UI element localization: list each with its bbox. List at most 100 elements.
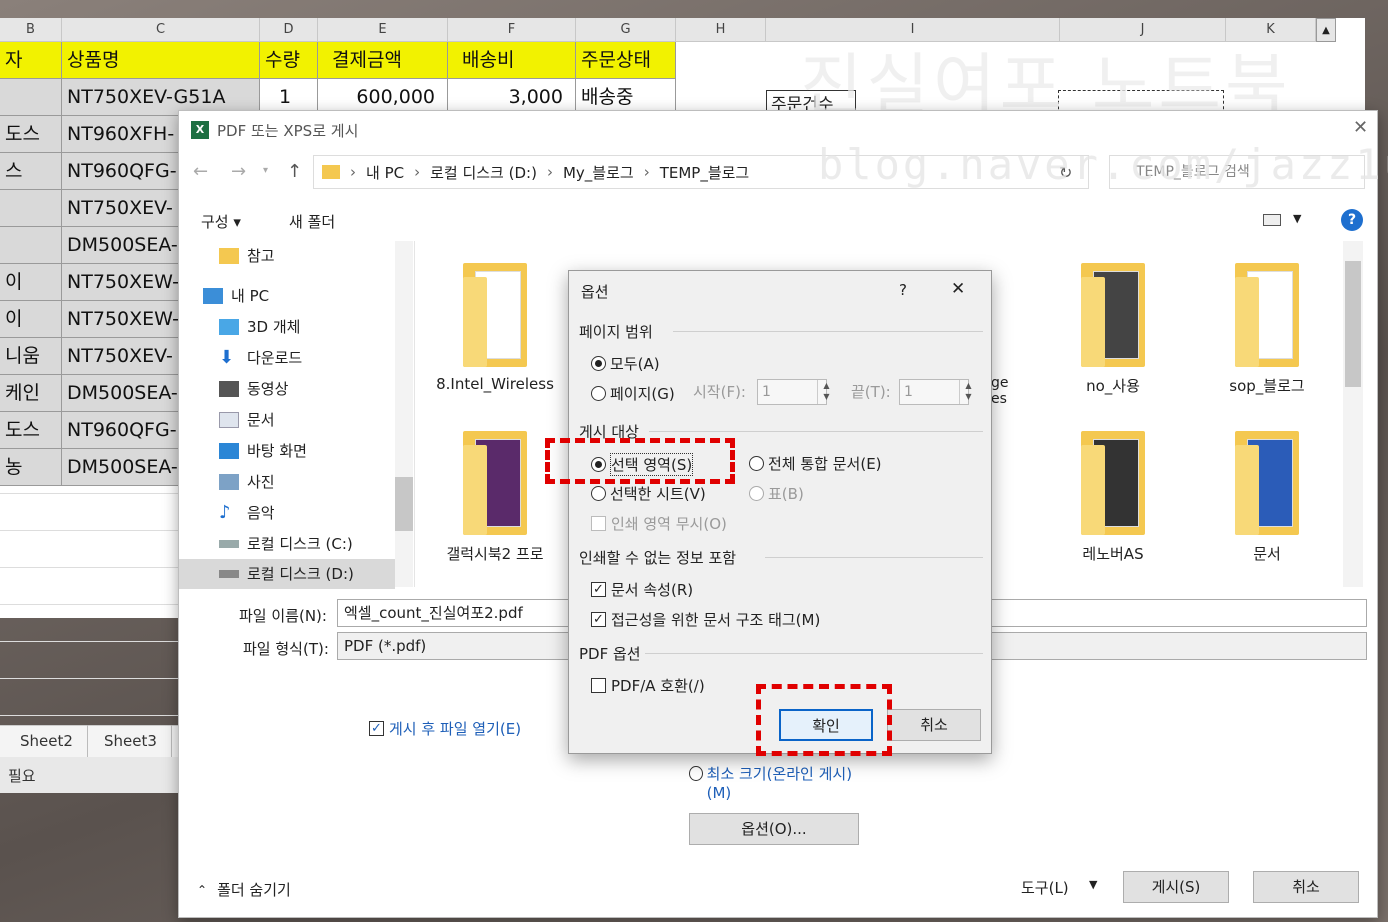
divider <box>645 653 983 654</box>
excel-app-icon: X <box>191 121 209 139</box>
open-after-label: 게시 후 파일 열기(E) <box>389 720 522 738</box>
breadcrumb-item[interactable]: TEMP_블로그 <box>660 162 750 183</box>
folder-icon <box>1235 263 1299 367</box>
col-header-f[interactable]: F <box>448 18 576 42</box>
col-header-b[interactable]: B <box>0 18 62 42</box>
col-header-h[interactable]: H <box>676 18 766 42</box>
tab-sheet2[interactable]: Sheet2 <box>6 725 88 757</box>
filename-label: 파일 이름(N): <box>239 607 327 625</box>
nav-scrollbar-thumb[interactable] <box>395 477 413 531</box>
organize-menu[interactable]: 구성 ▾ <box>201 211 241 232</box>
nav-item-drive-d[interactable]: 로컬 디스크 (D:) <box>179 559 395 589</box>
col-header-g[interactable]: G <box>576 18 676 42</box>
col-header-d[interactable]: D <box>260 18 318 42</box>
cell-b[interactable]: 도스 <box>0 412 62 449</box>
cell-b[interactable]: 이 <box>0 264 62 301</box>
publish-button[interactable]: 게시(S) <box>1123 871 1229 903</box>
new-folder-button[interactable]: 새 폴더 <box>289 211 335 232</box>
status-bar-text: 필요 <box>0 757 180 793</box>
cell-header-c[interactable]: 상품명 <box>62 42 260 79</box>
cell-header-d[interactable]: 수량 <box>260 42 318 79</box>
nav-item-music[interactable]: ♪ 음악 <box>219 498 275 528</box>
nav-item-documents[interactable]: 문서 <box>219 405 275 435</box>
structure-tags-checkbox[interactable]: ✓ 접근성을 위한 문서 구조 태그(M) <box>591 609 820 630</box>
nav-item-3d[interactable]: 3D 개체 <box>219 312 300 342</box>
nav-item-pictures[interactable]: 사진 <box>219 467 275 497</box>
radio-entire-workbook[interactable]: 전체 통합 문서(E) <box>749 453 882 474</box>
hide-folders-toggle[interactable]: ⌃ 폴더 숨기기 <box>197 879 291 900</box>
up-arrow-icon[interactable]: ↑ <box>287 161 302 182</box>
nav-item-videos[interactable]: 동영상 <box>219 374 288 404</box>
cell-b[interactable] <box>0 190 62 227</box>
radio-icon <box>689 766 703 781</box>
open-after-publish[interactable]: ✓ 게시 후 파일 열기(E) <box>369 718 521 739</box>
tools-chevron-icon[interactable]: ▼ <box>1089 878 1097 891</box>
col-header-c[interactable]: C <box>62 18 260 42</box>
nav-item-this-pc[interactable]: 내 PC <box>203 281 269 311</box>
nav-item-drive-c[interactable]: 로컬 디스크 (C:) <box>219 529 353 559</box>
help-icon[interactable]: ? <box>1341 209 1363 231</box>
drive-icon <box>219 570 239 578</box>
options-help-icon[interactable]: ? <box>899 281 907 299</box>
radio-table[interactable]: 표(B) <box>749 483 804 504</box>
cell-b[interactable]: 케인 <box>0 375 62 412</box>
spinner-arrows-icon[interactable]: ▲ ▼ <box>817 380 835 404</box>
nav-label: 내 PC <box>231 287 270 305</box>
cell-b[interactable]: 니움 <box>0 338 62 375</box>
nav-item-desktop[interactable]: 바탕 화면 <box>219 436 307 466</box>
cell-header-e[interactable]: 결제금액 <box>318 42 448 79</box>
tab-sheet3[interactable]: Sheet3 <box>90 725 172 757</box>
tools-menu[interactable]: 도구(L) <box>1021 877 1069 898</box>
forward-arrow-icon[interactable]: → <box>231 161 246 182</box>
cell-b[interactable]: 이 <box>0 301 62 338</box>
cell-header-b[interactable]: 자 <box>0 42 62 79</box>
chevron-up-icon: ⌃ <box>197 882 208 897</box>
cell-b[interactable] <box>0 227 62 264</box>
pdfa-checkbox[interactable]: PDF/A 호환(/) <box>591 675 705 696</box>
options-title: 옵션 <box>581 283 609 301</box>
breadcrumb-item[interactable]: My_블로그 <box>563 162 634 183</box>
struct-tags-label: 접근성을 위한 문서 구조 태그(M) <box>611 611 821 629</box>
cell-b[interactable] <box>0 79 62 116</box>
document-icon <box>219 412 239 428</box>
radio-active-sheets[interactable]: 선택한 시트(V) <box>591 483 706 504</box>
divider <box>649 431 983 432</box>
cell-header-g[interactable]: 주문상태 <box>576 42 676 79</box>
radio-icon <box>591 386 606 401</box>
nav-item-downloads[interactable]: ⬇ 다운로드 <box>219 343 302 373</box>
checkbox-icon <box>591 678 606 693</box>
back-arrow-icon[interactable]: ← <box>193 161 208 182</box>
desktop-icon <box>219 443 239 459</box>
min-size-option[interactable]: 최소 크기(온라인 게시)(M) <box>689 763 859 802</box>
cell-b[interactable]: 도스 <box>0 116 62 153</box>
to-label: 끝(T): <box>851 383 891 401</box>
radio-pages[interactable]: 페이지(G) <box>591 383 675 404</box>
options-button[interactable]: 옵션(O)... <box>689 813 859 845</box>
cell-b[interactable]: 스 <box>0 153 62 190</box>
view-icon[interactable] <box>1263 214 1281 226</box>
view-chevron-icon[interactable]: ▼ <box>1293 212 1301 225</box>
scroll-up-icon[interactable]: ▲ <box>1316 18 1336 42</box>
file-list-scrollbar-thumb[interactable] <box>1345 261 1361 387</box>
nav-item-ref[interactable]: 참고 <box>219 241 275 271</box>
history-chevron-icon[interactable]: ▾ <box>263 165 268 176</box>
radio-all[interactable]: 모두(A) <box>591 353 660 374</box>
breadcrumb-item[interactable]: 로컬 디스크 (D:) <box>430 162 537 183</box>
col-header-e[interactable]: E <box>318 18 448 42</box>
doc-properties-checkbox[interactable]: ✓ 문서 속성(R) <box>591 579 693 600</box>
options-cancel-button[interactable]: 취소 <box>887 709 981 741</box>
breadcrumb-item[interactable]: 내 PC <box>366 162 404 183</box>
cell-b[interactable]: 농 <box>0 449 62 486</box>
dialog-close-icon[interactable]: ✕ <box>1353 117 1368 138</box>
nav-scrollbar[interactable] <box>395 241 413 587</box>
dialog-cancel-button[interactable]: 취소 <box>1253 871 1359 903</box>
cell-header-f[interactable]: 배송비 <box>448 42 576 79</box>
music-icon: ♪ <box>219 502 231 523</box>
ignore-print-areas[interactable]: 인쇄 영역 무시(O) <box>591 513 727 534</box>
cube-icon <box>219 319 239 335</box>
nav-label: 바탕 화면 <box>247 442 307 460</box>
options-close-icon[interactable]: ✕ <box>951 279 965 299</box>
dialog-title: PDF 또는 XPS로 게시 <box>217 122 359 140</box>
folder-icon <box>463 431 527 535</box>
spinner-arrows-icon[interactable]: ▲ ▼ <box>959 380 977 404</box>
